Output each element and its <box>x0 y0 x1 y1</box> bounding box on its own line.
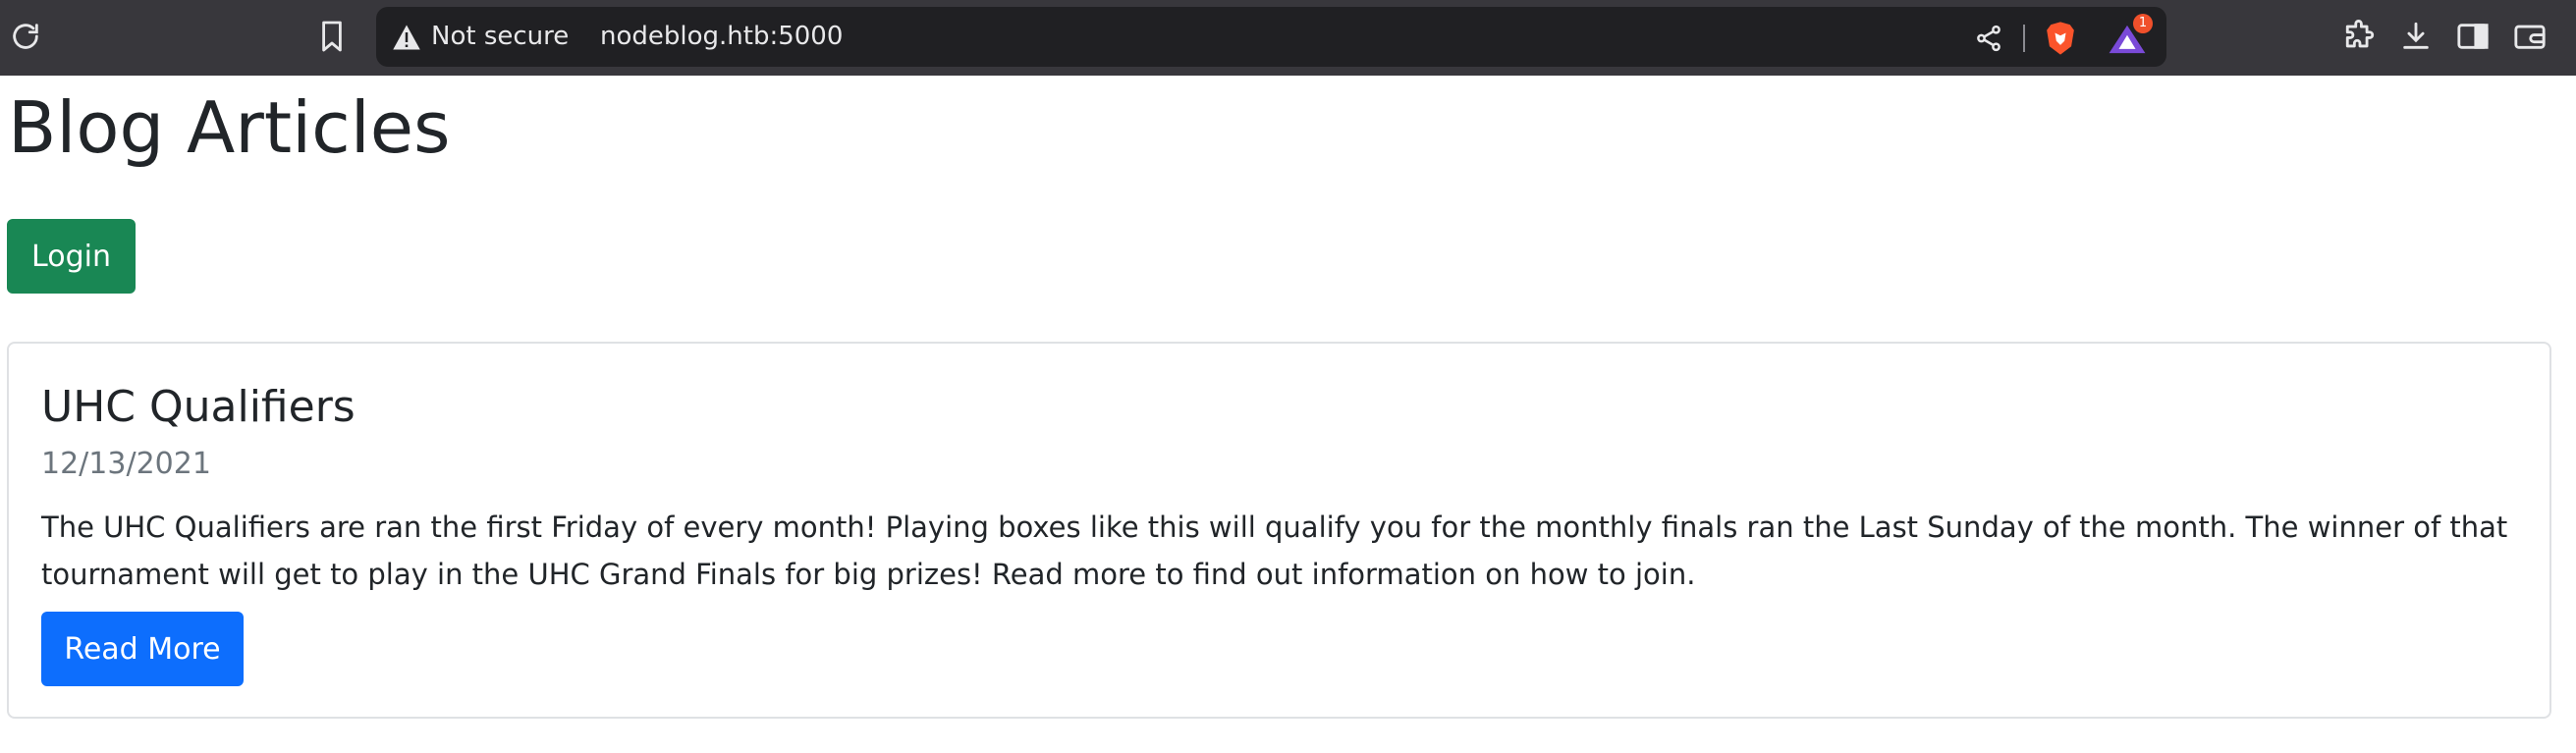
security-status[interactable]: Not secure <box>431 21 569 52</box>
reload-icon[interactable] <box>6 17 45 56</box>
sidebar-icon[interactable] <box>2453 17 2493 56</box>
share-icon[interactable] <box>1973 23 2004 54</box>
read-more-button[interactable]: Read More <box>41 612 244 686</box>
address-bar[interactable]: Not secure nodeblog.htb:5000 1 <box>376 7 2166 67</box>
browser-toolbar: Not secure nodeblog.htb:5000 1 <box>0 0 2576 76</box>
download-icon[interactable] <box>2396 17 2436 56</box>
article-summary: The UHC Qualifiers are ran the first Fri… <box>41 511 2508 591</box>
login-button[interactable]: Login <box>7 219 136 294</box>
article-date: 12/13/2021 <box>41 447 211 481</box>
rewards-badge: 1 <box>2133 14 2153 33</box>
extensions-icon[interactable] <box>2340 17 2380 56</box>
url-text[interactable]: nodeblog.htb:5000 <box>600 21 843 52</box>
brave-shields-icon[interactable] <box>2043 20 2078 57</box>
article-card: UHC Qualifiers 12/13/2021 The UHC Qualif… <box>7 342 2551 719</box>
bookmark-icon[interactable] <box>312 17 352 56</box>
page-title: Blog Articles <box>8 86 451 169</box>
url-divider <box>2023 25 2025 52</box>
article-title: UHC Qualifiers <box>41 382 356 432</box>
warning-icon[interactable] <box>392 24 421 51</box>
wallet-icon[interactable] <box>2510 17 2549 56</box>
